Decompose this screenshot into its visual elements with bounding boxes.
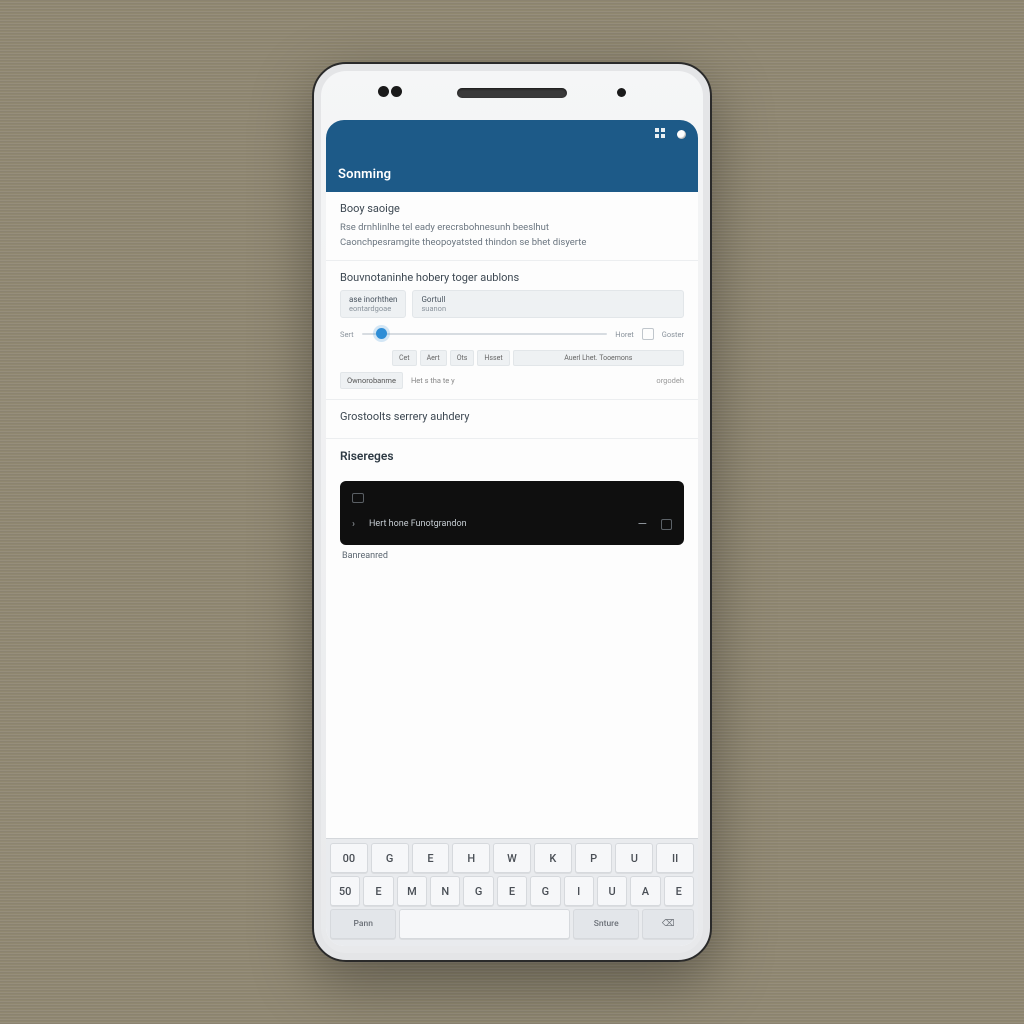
checkbox-icon[interactable] [642, 328, 654, 340]
activity-heading: Grostoolts serrery auhdery [340, 410, 684, 423]
app-bar: Sonming [326, 120, 698, 192]
key[interactable]: A [630, 876, 660, 906]
key[interactable]: E [664, 876, 694, 906]
key[interactable]: K [534, 843, 572, 873]
key[interactable]: I [564, 876, 594, 906]
inline-text: Het s tha te y [411, 376, 455, 385]
keyboard: 00 G E H W K P U II 50 E M N G E G I U A [326, 838, 698, 946]
key[interactable]: H [452, 843, 490, 873]
keyboard-row-3: Pann Snture ⌫ [330, 909, 694, 939]
key-enter[interactable]: Snture [573, 909, 639, 939]
chevron-right-icon: › [352, 519, 355, 530]
option-chip-1[interactable]: ase inorhthen eontardgoae [340, 290, 406, 318]
volume-button[interactable] [312, 424, 313, 486]
key[interactable]: U [615, 843, 653, 873]
key[interactable]: M [397, 876, 427, 906]
key[interactable]: U [597, 876, 627, 906]
key[interactable]: P [575, 843, 613, 873]
key[interactable]: W [493, 843, 531, 873]
segment-2[interactable]: Aert [420, 350, 447, 366]
intro-line-2: Caonchpesramgite theopoyatsted thindon s… [340, 235, 684, 250]
option-chip-2[interactable]: Gortull suanon [412, 290, 684, 318]
key[interactable]: E [497, 876, 527, 906]
activity-section: Grostoolts serrery auhdery [326, 400, 698, 439]
key[interactable]: N [430, 876, 460, 906]
content-scroll[interactable]: Booy saoige Rse drnhlinlhe tel eady erec… [326, 192, 698, 838]
slider-label-left: Sert [340, 330, 354, 339]
key-backspace[interactable]: ⌫ [642, 909, 694, 939]
segment-5[interactable]: Auerl Lhet. Tooemons [513, 350, 684, 366]
card-icon [352, 493, 364, 503]
key-fn[interactable]: Pann [330, 909, 396, 939]
app-title: Sonming [338, 167, 391, 182]
screen: Sonming Booy saoige Rse drnhlinlhe tel e… [326, 120, 698, 946]
power-button[interactable] [711, 324, 712, 364]
notification-dot-icon[interactable] [677, 130, 686, 139]
segment-row: Cet Aert Ots Hsset Auerl Lhet. Tooemons [392, 350, 684, 366]
segment-3[interactable]: Ots [450, 350, 475, 366]
phone-frame: Sonming Booy saoige Rse drnhlinlhe tel e… [312, 62, 712, 962]
intro-line-1: Rse drnhlinlhe tel eady erecrsbohnesunh … [340, 220, 684, 235]
key[interactable]: 00 [330, 843, 368, 873]
intro-section: Booy saoige Rse drnhlinlhe tel eady erec… [326, 192, 698, 261]
slider-label-end: Goster [662, 330, 684, 339]
grid-icon[interactable] [655, 128, 667, 140]
card-text: Hert hone Funotgrandon [369, 519, 624, 529]
key[interactable]: E [363, 876, 393, 906]
keyboard-row-2: 50 E M N G E G I U A E [330, 876, 694, 906]
options-heading: Bouvnotaninhe hobery toger aublons [340, 271, 684, 284]
slider-row: Sert Horet Goster [340, 328, 684, 340]
footer-note: Banreanred [326, 551, 698, 569]
resource-card[interactable]: › Hert hone Funotgrandon — [340, 481, 684, 545]
key-space[interactable] [399, 909, 570, 939]
card-action-icon[interactable] [661, 519, 672, 530]
inline-row: Ownorobanme Het s tha te y orgodeh [340, 372, 684, 389]
phone-bezel-top [314, 64, 710, 122]
slider[interactable] [362, 333, 608, 335]
segment-4[interactable]: Hsset [477, 350, 509, 366]
intro-heading: Booy saoige [340, 202, 684, 215]
keyboard-row-1: 00 G E H W K P U II [330, 843, 694, 873]
inline-right-text: orgodeh [656, 376, 684, 385]
key[interactable]: G [463, 876, 493, 906]
minus-icon[interactable]: — [638, 517, 647, 531]
resources-heading: Risereges [340, 449, 684, 463]
segment-1[interactable]: Cet [392, 350, 417, 366]
earpiece-speaker [457, 88, 567, 98]
slider-label-right: Horet [615, 330, 634, 339]
key[interactable]: 50 [330, 876, 360, 906]
key[interactable]: G [371, 843, 409, 873]
slider-thumb[interactable] [376, 328, 387, 339]
front-camera [617, 88, 626, 97]
front-camera-cluster [378, 86, 402, 97]
inline-chip[interactable]: Ownorobanme [340, 372, 403, 389]
key[interactable]: G [530, 876, 560, 906]
options-section: Bouvnotaninhe hobery toger aublons ase i… [326, 261, 698, 400]
key[interactable]: E [412, 843, 450, 873]
key[interactable]: II [656, 843, 694, 873]
